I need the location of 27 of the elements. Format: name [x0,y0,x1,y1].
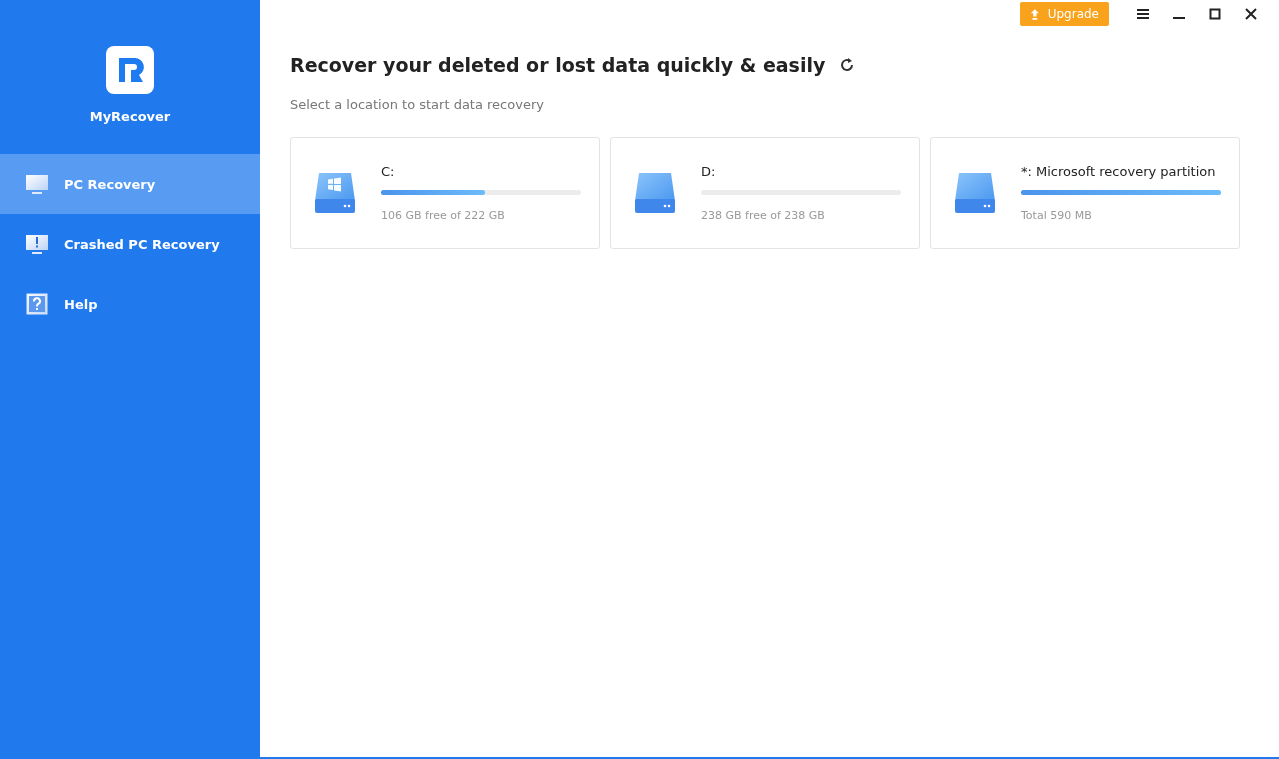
drive-name: C: [381,164,396,179]
sidebar-item[interactable]: Help [0,274,260,334]
app-name: MyRecover [89,109,171,124]
page-title: Recover your deleted or lost data quickly & easily [290,54,826,76]
app-logo-icon [106,46,154,94]
sidebar-item[interactable]: PC Recovery [0,154,260,214]
monitor-icon [25,173,49,195]
close-icon[interactable] [1244,8,1258,20]
drive-info: 238 GB free of 238 GB [701,209,826,222]
drive-card[interactable]: *: Microsoft recovery partition Total 590 MB [930,137,1240,249]
refresh-icon[interactable] [839,57,856,73]
maximize-icon[interactable] [1208,8,1222,20]
drive-name: *: Microsoft recovery partition [1021,164,1217,179]
drive-card[interactable]: C: 106 GB free of 222 GB [290,137,600,249]
upload-arrow-icon [1030,7,1040,21]
drive-icon [953,171,997,215]
monitor-alert-icon [25,233,49,255]
menu-icon[interactable] [1136,8,1150,20]
system-drive-icon [313,171,357,215]
drive-card[interactable]: D: 238 GB free of 238 GB [610,137,920,249]
help-icon [25,293,49,315]
drive-icon [633,171,677,215]
sidebar-item[interactable]: Crashed PC Recovery [0,214,260,274]
drive-name: D: [701,164,717,179]
drive-info: Total 590 MB [1021,209,1093,222]
drive-info: 106 GB free of 222 GB [381,209,506,222]
subtitle: Select a location to start data recovery [290,97,545,112]
